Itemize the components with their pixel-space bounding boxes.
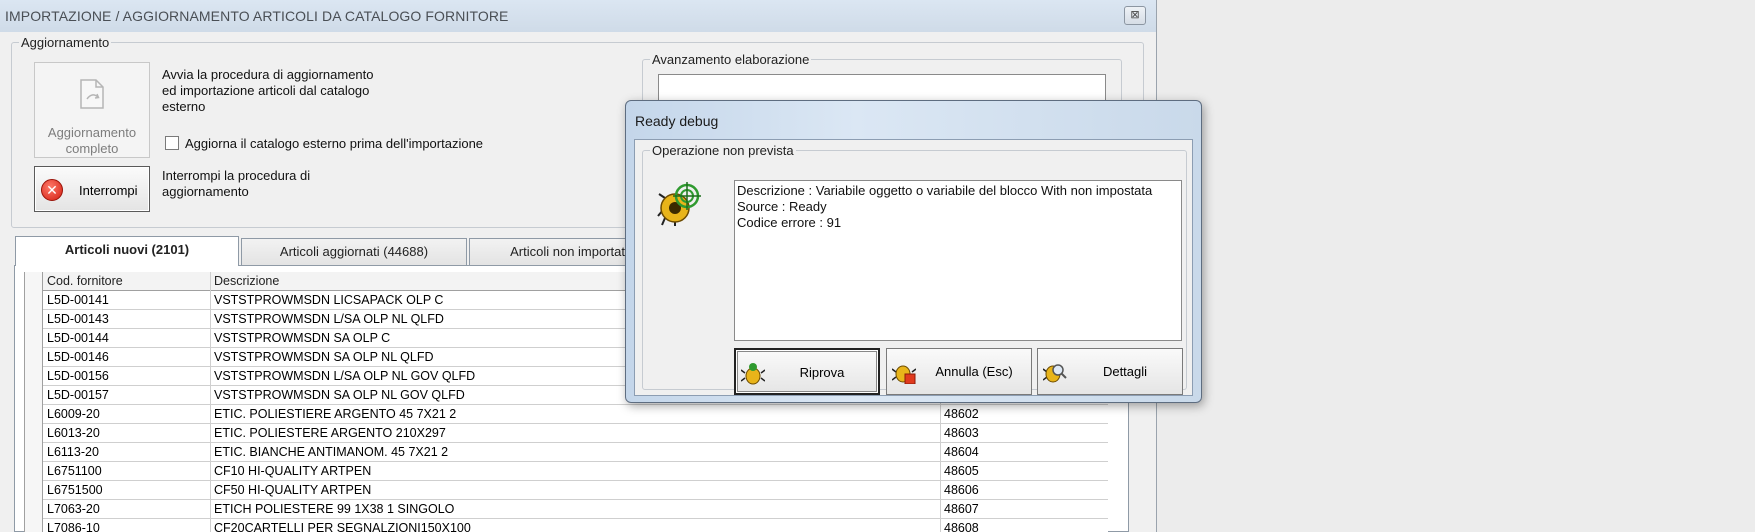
table-row[interactable]: L7063-20 ETICH POLIESTERE 99 1X38 1 SINGO… — [25, 500, 1108, 519]
cell-description: ETIC. POLIESTIERE ARGENTO 45 7X21 2 — [211, 405, 941, 424]
error-code: Codice errore : 91 — [737, 215, 842, 230]
row-selector[interactable] — [25, 481, 43, 500]
refresh-catalog-label: Aggiorna il catalogo esterno prima dell'… — [185, 136, 484, 151]
stop-button[interactable]: ✕ Interrompi — [34, 166, 150, 212]
column-header-supplier-code[interactable]: Cod. fornitore — [44, 272, 211, 291]
cell-description: ETIC. POLIESTERE ARGENTO 210X297 — [211, 424, 941, 443]
table-row[interactable]: L6009-20 ETIC. POLIESTIERE ARGENTO 45 7X2… — [25, 405, 1108, 424]
cell-supplier-code: L5D-00156 — [44, 367, 211, 386]
cell-code: 48608 — [941, 519, 1108, 532]
row-selector[interactable] — [25, 386, 43, 405]
error-description: Descrizione : Variabile oggetto o variab… — [737, 183, 1153, 198]
cell-supplier-code: L7063-20 — [44, 500, 211, 519]
cell-supplier-code: L6751500 — [44, 481, 211, 500]
document-refresh-icon — [80, 79, 104, 109]
cell-code: 48604 — [941, 443, 1108, 462]
row-selector[interactable] — [25, 519, 43, 532]
error-source: Source : Ready — [737, 199, 827, 214]
cell-supplier-code: L5D-00146 — [44, 348, 211, 367]
table-row[interactable]: L7086-10 CF20CARTELLI PER SEGNALZIONI150X… — [25, 519, 1108, 532]
stop-description: Interrompi la procedura di aggiornamento — [162, 168, 311, 199]
dialog-body: Operazione non prevista Descrizione : Va… — [634, 139, 1193, 396]
table-row[interactable]: L6113-20 ETIC. BIANCHE ANTIMANOM. 45 7X21… — [25, 443, 1108, 462]
table-row[interactable]: L6751100 CF10 HI-QUALITY ARTPEN 48605 — [25, 462, 1108, 481]
row-selector[interactable] — [25, 405, 43, 424]
row-selector[interactable] — [25, 424, 43, 443]
bug-target-icon — [657, 182, 701, 226]
table-row[interactable]: L6013-20 ETIC. POLIESTERE ARGENTO 210X297… — [25, 424, 1108, 443]
stop-x-icon: ✕ — [41, 179, 63, 201]
row-selector[interactable] — [25, 310, 43, 329]
cell-supplier-code: L5D-00157 — [44, 386, 211, 405]
cell-description: CF50 HI-QUALITY ARTPEN — [211, 481, 941, 500]
dialog-group: Operazione non prevista Descrizione : Va… — [642, 143, 1187, 395]
cancel-button[interactable]: Annulla (Esc) — [886, 348, 1032, 395]
tab-new-articles[interactable]: Articoli nuovi (2101) — [15, 236, 239, 266]
cell-code: 48602 — [941, 405, 1108, 424]
window-title: IMPORTAZIONE / AGGIORNAMENTO ARTICOLI DA… — [5, 8, 509, 24]
row-selector[interactable] — [25, 443, 43, 462]
full-update-description: Avvia la procedura di aggiornamento ed i… — [162, 67, 374, 114]
details-button[interactable]: Dettagli — [1037, 348, 1183, 395]
update-group-legend: Aggiornamento — [19, 35, 112, 50]
row-selector[interactable] — [25, 329, 43, 348]
cell-description: CF10 HI-QUALITY ARTPEN — [211, 462, 941, 481]
dialog-group-legend: Operazione non prevista — [650, 143, 796, 158]
progress-group-legend: Avanzamento elaborazione — [650, 52, 812, 67]
cell-supplier-code: L5D-00144 — [44, 329, 211, 348]
cell-supplier-code: L6113-20 — [44, 443, 211, 462]
refresh-catalog-checkbox[interactable] — [165, 136, 179, 150]
row-selector[interactable] — [25, 500, 43, 519]
cell-description: ETIC. BIANCHE ANTIMANOM. 45 7X21 2 — [211, 443, 941, 462]
cell-description: CF20CARTELLI PER SEGNALZIONI150X100 — [211, 519, 941, 532]
stop-button-label: Interrompi — [79, 183, 138, 198]
row-selector[interactable] — [25, 291, 43, 310]
cell-supplier-code: L5D-00141 — [44, 291, 211, 310]
close-button[interactable]: ⊠ — [1124, 6, 1146, 25]
title-bar: IMPORTAZIONE / AGGIORNAMENTO ARTICOLI DA… — [0, 0, 1156, 32]
retry-label: Riprova — [799, 365, 845, 380]
row-selector[interactable] — [25, 462, 43, 481]
cell-supplier-code: L6751100 — [44, 462, 211, 481]
row-selector[interactable] — [25, 348, 43, 367]
error-message-box[interactable]: Descrizione : Variabile oggetto o variab… — [734, 180, 1182, 341]
full-update-button[interactable]: Aggiornamento completo — [34, 62, 150, 158]
cell-code: 48605 — [941, 462, 1108, 481]
details-label: Dettagli — [1102, 364, 1148, 379]
bug-search-icon — [1043, 364, 1067, 383]
retry-button[interactable]: Riprova — [734, 348, 880, 395]
cancel-label: Annulla (Esc) — [935, 364, 1013, 379]
debug-dialog: Ready debug Operazione non prevista Desc… — [625, 100, 1202, 403]
table-row[interactable]: L6751500 CF50 HI-QUALITY ARTPEN 48606 — [25, 481, 1108, 500]
bug-cancel-icon — [892, 365, 916, 384]
tab-updated-articles[interactable]: Articoli aggiornati (44688) — [241, 238, 467, 266]
cell-code: 48606 — [941, 481, 1108, 500]
cell-supplier-code: L6009-20 — [44, 405, 211, 424]
bug-retry-icon — [741, 363, 765, 385]
cell-code: 48603 — [941, 424, 1108, 443]
cell-supplier-code: L6013-20 — [44, 424, 211, 443]
cell-code: 48607 — [941, 500, 1108, 519]
cell-supplier-code: L5D-00143 — [44, 310, 211, 329]
cell-supplier-code: L7086-10 — [44, 519, 211, 532]
full-update-label: Aggiornamento completo — [47, 125, 137, 156]
dialog-title: Ready debug — [635, 113, 719, 129]
cell-description: ETICH POLIESTERE 99 1X38 1 SINGOLO — [211, 500, 941, 519]
row-selector[interactable] — [25, 272, 43, 291]
row-selector[interactable] — [25, 367, 43, 386]
